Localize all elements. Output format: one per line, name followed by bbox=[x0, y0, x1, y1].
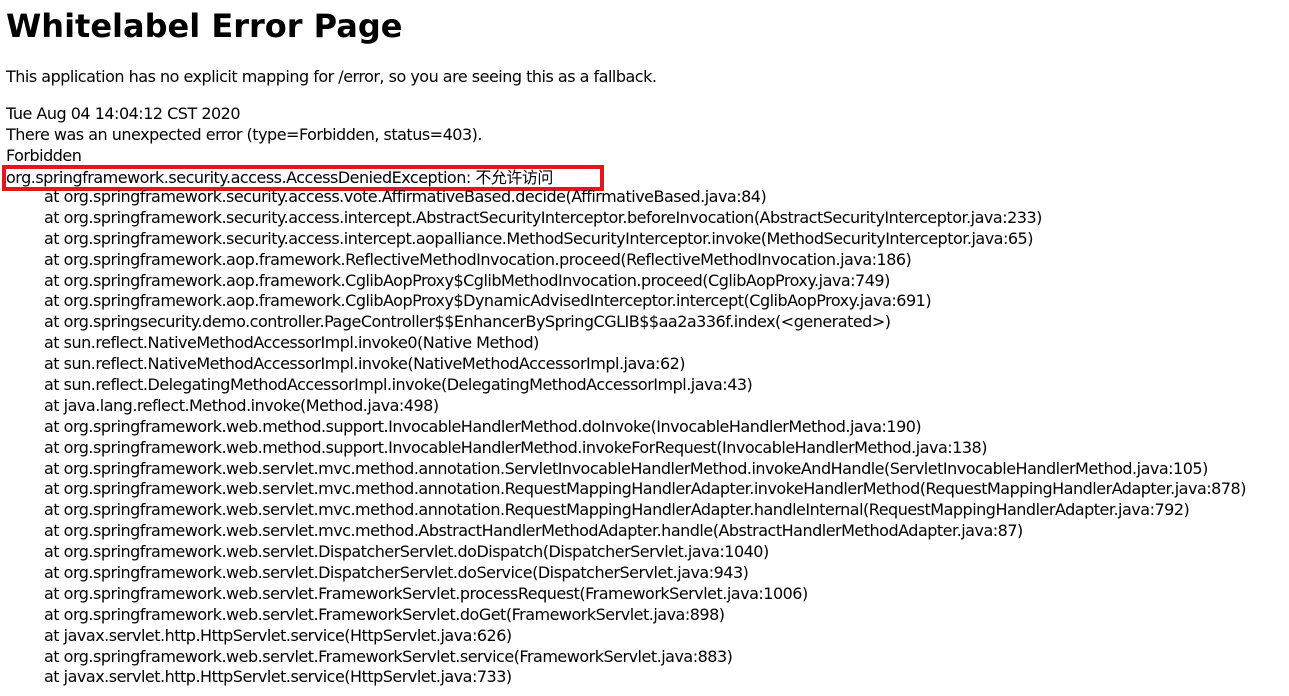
stack-trace-line: at org.springframework.web.method.suppor… bbox=[44, 437, 987, 457]
stack-trace-line: at org.springframework.web.servlet.Frame… bbox=[44, 604, 725, 624]
stack-trace-line: at org.springframework.security.access.i… bbox=[44, 228, 1033, 248]
stack-trace-line: at sun.reflect.DelegatingMethodAccessorI… bbox=[44, 375, 753, 395]
error-summary: There was an unexpected error (type=Forb… bbox=[6, 125, 482, 144]
page-title: Whitelabel Error Page bbox=[6, 7, 403, 45]
stack-trace-line: at org.springframework.aop.framework.Ref… bbox=[44, 249, 912, 269]
stack-trace-line: at javax.servlet.http.HttpServlet.servic… bbox=[44, 667, 512, 687]
stack-trace-line: at org.springframework.web.servlet.mvc.m… bbox=[44, 458, 1208, 478]
stack-trace-line: at org.springframework.web.servlet.mvc.m… bbox=[44, 500, 1190, 520]
stack-trace-line: at java.lang.reflect.Method.invoke(Metho… bbox=[44, 395, 439, 415]
stack-trace-line: at org.springframework.aop.framework.Cgl… bbox=[44, 270, 890, 290]
stack-trace-line: at javax.servlet.http.HttpServlet.servic… bbox=[44, 625, 512, 645]
stack-trace-line: at org.springframework.web.servlet.Dispa… bbox=[44, 563, 749, 583]
stack-trace-line: at sun.reflect.NativeMethodAccessorImpl.… bbox=[44, 354, 686, 374]
exception-message: org.springframework.security.access.Acce… bbox=[6, 168, 553, 187]
error-info: Tue Aug 04 14:04:12 CST 2020 There was a… bbox=[6, 103, 482, 166]
stack-trace-line: at sun.reflect.NativeMethodAccessorImpl.… bbox=[44, 333, 539, 353]
stack-trace-line: at org.springframework.web.servlet.mvc.m… bbox=[44, 521, 1023, 541]
stack-trace-line: at org.springframework.security.access.i… bbox=[44, 207, 1042, 227]
error-timestamp: Tue Aug 04 14:04:12 CST 2020 bbox=[6, 104, 241, 123]
stack-trace-line: at org.springframework.web.servlet.Frame… bbox=[44, 583, 808, 603]
error-reason: Forbidden bbox=[6, 146, 82, 165]
stack-trace-line: at org.springframework.security.access.v… bbox=[44, 187, 767, 206]
stack-trace: at org.springframework.security.access.v… bbox=[44, 187, 1246, 688]
stack-trace-line: at org.springframework.aop.framework.Cgl… bbox=[44, 291, 932, 311]
stack-trace-line: at org.springsecurity.demo.controller.Pa… bbox=[44, 312, 891, 332]
stack-trace-line: at org.springframework.web.method.suppor… bbox=[44, 416, 922, 436]
stack-trace-line: at org.springframework.web.servlet.Frame… bbox=[44, 646, 733, 666]
stack-trace-line: at org.springframework.web.servlet.Dispa… bbox=[44, 542, 769, 562]
fallback-message: This application has no explicit mapping… bbox=[6, 67, 657, 86]
stack-trace-line: at org.springframework.web.servlet.mvc.m… bbox=[44, 479, 1246, 499]
